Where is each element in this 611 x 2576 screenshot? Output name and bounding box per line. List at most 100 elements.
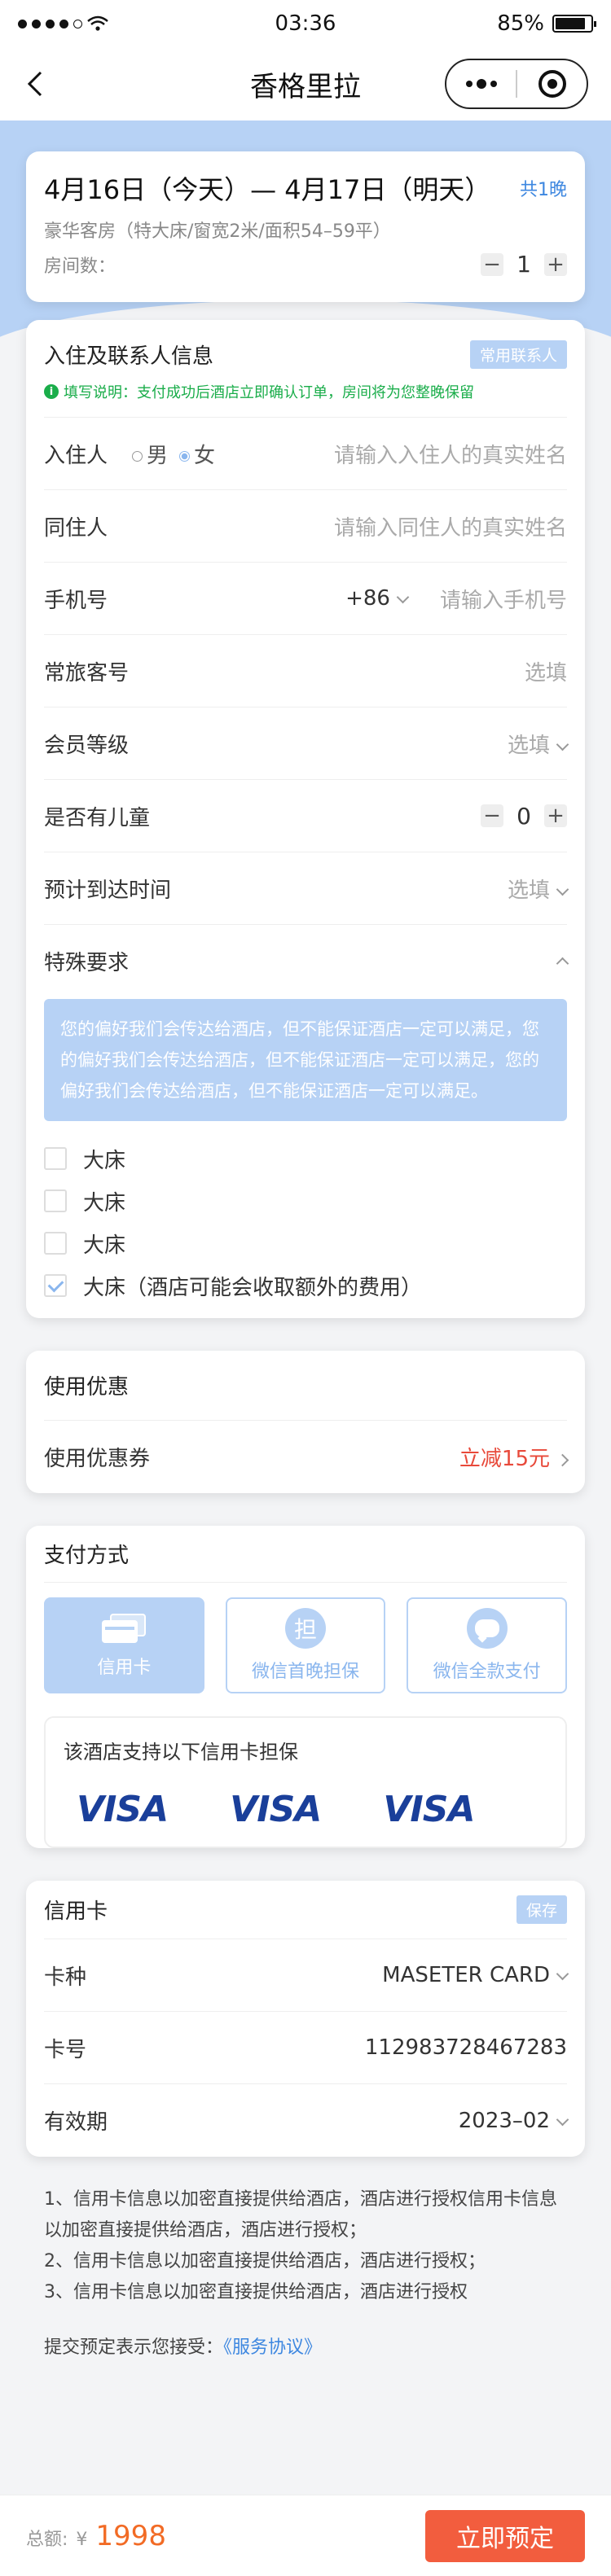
coupon-header: 使用优惠 <box>44 1351 567 1421</box>
coupon-card: 使用优惠 使用优惠券 立减15元 <box>26 1351 585 1493</box>
pay-option-wechat-full[interactable]: 微信全款支付 <box>407 1597 568 1693</box>
country-code-select[interactable]: +86 <box>345 586 410 611</box>
currency-symbol: ¥ <box>76 2529 88 2550</box>
chevron-down-icon <box>556 738 569 751</box>
room-count-value: 1 <box>516 251 531 278</box>
gender-selector: 男 女 <box>132 439 215 469</box>
pay-option-wechat-guarantee[interactable]: 担 微信首晚担保 <box>225 1597 386 1693</box>
resident-row: 入住人 男 女 请输入入住人的真实姓名 <box>44 418 567 490</box>
coupon-row[interactable]: 使用优惠券 立减15元 <box>44 1421 569 1493</box>
battery-icon <box>552 15 596 33</box>
children-row: 是否有儿童 − 0 + <box>44 780 567 852</box>
card-number-label: 卡号 <box>44 2037 87 2062</box>
phone-label: 手机号 <box>44 588 108 613</box>
fill-notice-text: 填写说明：支付成功后酒店立即确认订单，房间将为您整晚保留 <box>64 384 474 401</box>
special-request-options: 大床 大床 大床 大床（酒店可能会收取额外的费用） <box>44 1121 567 1318</box>
guarantee-icon: 担 <box>285 1608 326 1649</box>
frequent-traveler-label: 常旅客号 <box>44 660 130 686</box>
coupon-value[interactable]: 立减15元 <box>459 1442 569 1472</box>
credit-card-icon <box>102 1612 147 1645</box>
more-dots-icon <box>465 79 497 89</box>
phone-input[interactable]: 请输入手机号 <box>440 584 567 614</box>
room-count-label: 房间数： <box>44 256 116 277</box>
common-contacts-button[interactable]: 常用联系人 <box>469 340 567 369</box>
more-menu-button[interactable] <box>446 60 516 107</box>
signal-indicator <box>18 15 181 32</box>
member-level-select[interactable]: 选填 <box>508 729 569 759</box>
special-request-notice: 您的偏好我们会传达给酒店，但不能保证酒店一定可以满足，您的偏好我们会传达给酒店，… <box>44 999 567 1121</box>
booking-summary-card: 4月16日（今天）— 4月17日（明天） 共1晚 豪华客房（特大床/窗宽2米/面… <box>26 151 585 302</box>
card-number-row: 卡号 112983728467283 <box>44 2012 567 2084</box>
save-button[interactable]: 保存 <box>516 1895 567 1924</box>
agreement-line: 提交预定表示您接受：《服务协议》 <box>26 2333 585 2359</box>
resident-label: 入住人 <box>44 443 108 468</box>
chevron-up-icon[interactable] <box>556 957 569 970</box>
card-expiry-select[interactable]: 2023–02 <box>459 2109 569 2133</box>
status-time: 03:36 <box>275 11 336 36</box>
wifi-icon <box>87 15 108 31</box>
card-type-select[interactable]: MASETER CARD <box>382 1963 569 1987</box>
children-stepper: − 0 + <box>481 803 567 830</box>
service-agreement-link[interactable]: 《服务协议》 <box>223 2337 322 2358</box>
checkout-bar: 总额: ¥ 1998 立即预定 <box>0 2495 611 2576</box>
children-plus-button[interactable]: + <box>544 804 567 827</box>
arrival-time-label: 预计到达时间 <box>44 878 172 903</box>
visa-logo: VISA <box>77 1789 169 1830</box>
member-level-row[interactable]: 会员等级 选填 <box>44 708 569 780</box>
room-stepper: − 1 + <box>481 251 567 278</box>
checkbox[interactable] <box>44 1189 67 1212</box>
gender-female-radio[interactable]: 女 <box>179 439 215 469</box>
guest-info-card: 入住及联系人信息 常用联系人 i 填写说明：支付成功后酒店立即确认订单，房间将为… <box>26 320 585 1318</box>
guest-section-title: 入住及联系人信息 <box>44 344 214 369</box>
frequent-traveler-input[interactable]: 选填 <box>525 656 567 686</box>
payment-section-title: 支付方式 <box>44 1544 130 1568</box>
special-option[interactable]: 大床 <box>44 1137 567 1180</box>
supported-cards-title: 该酒店支持以下信用卡担保 <box>64 1741 298 1763</box>
coupon-section-title: 使用优惠 <box>44 1375 130 1400</box>
payment-header: 支付方式 <box>44 1526 567 1583</box>
credit-card-header: 信用卡 保存 <box>44 1881 567 1939</box>
back-arrow-icon[interactable] <box>23 70 51 98</box>
fill-notice: i 填写说明：支付成功后酒店立即确认订单，房间将为您整晚保留 <box>44 381 567 418</box>
card-number-input[interactable]: 112983728467283 <box>365 2035 567 2060</box>
room-plus-button[interactable]: + <box>544 252 567 276</box>
agreement-text: 提交预定表示您接受： <box>44 2337 224 2358</box>
arrival-time-select[interactable]: 选填 <box>508 874 569 904</box>
card-type-row[interactable]: 卡种 MASETER CARD <box>44 1939 569 2012</box>
checkbox[interactable] <box>44 1147 67 1170</box>
book-now-button[interactable]: 立即预定 <box>425 2509 585 2562</box>
payment-card: 支付方式 信用卡 担 微信首晚担保 微信全款支付 该酒店支持以下信用卡担保 VI… <box>26 1526 585 1848</box>
chevron-down-icon <box>556 1967 569 1981</box>
card-type-label: 卡种 <box>44 1965 87 1990</box>
companion-name-input[interactable]: 请输入同住人的真实姓名 <box>334 511 567 541</box>
room-minus-button[interactable]: − <box>481 252 503 276</box>
chevron-right-icon <box>556 1453 569 1467</box>
gender-male-radio[interactable]: 男 <box>132 439 168 469</box>
special-option[interactable]: 大床 <box>44 1222 567 1264</box>
supported-cards-box: 该酒店支持以下信用卡担保 VISA VISA VISA <box>44 1716 567 1848</box>
coupon-label: 使用优惠券 <box>44 1447 151 1471</box>
special-option[interactable]: 大床（酒店可能会收取额外的费用） <box>44 1264 567 1307</box>
children-minus-button[interactable]: − <box>481 804 503 827</box>
page-title: 香格里拉 <box>250 70 361 103</box>
arrival-time-row[interactable]: 预计到达时间 选填 <box>44 852 569 925</box>
card-expiry-label: 有效期 <box>44 2110 108 2135</box>
room-description: 豪华客房（特大床/窗宽2米/面积54–59平） <box>44 221 391 242</box>
mini-program-capsule <box>445 59 588 109</box>
children-count-value: 0 <box>516 802 531 830</box>
nights-count: 共1晚 <box>520 180 567 200</box>
card-expiry-row[interactable]: 有效期 2023–02 <box>44 2084 569 2157</box>
chevron-down-icon <box>556 883 569 896</box>
resident-name-input[interactable]: 请输入入住人的真实姓名 <box>334 439 567 469</box>
checkbox[interactable] <box>44 1232 67 1255</box>
target-icon <box>538 70 566 98</box>
pay-option-credit-card[interactable]: 信用卡 <box>44 1597 204 1693</box>
chevron-down-icon <box>556 2113 569 2126</box>
total-label: 总额: <box>26 2529 68 2550</box>
nav-bar: 香格里拉 <box>0 47 611 120</box>
note-line: 3、信用卡信息以加密直接提供给酒店，酒店进行授权 <box>44 2282 468 2302</box>
checkbox-checked[interactable] <box>44 1274 67 1297</box>
special-option[interactable]: 大床 <box>44 1180 567 1222</box>
special-request-row[interactable]: 特殊要求 <box>44 925 569 997</box>
close-program-button[interactable] <box>517 60 587 107</box>
